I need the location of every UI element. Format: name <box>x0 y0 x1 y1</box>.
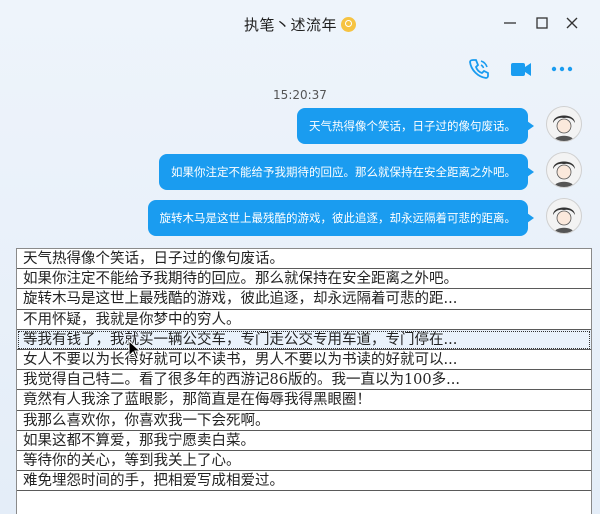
list-item[interactable]: 我觉得自己特二。看了很多年的西游记86版的。我一直以为100多... <box>17 370 591 391</box>
vip-badge-icon <box>341 17 356 32</box>
maximize-icon[interactable] <box>531 12 553 34</box>
chat-bubble[interactable]: 旋转木马是这世上最残酷的游戏，彼此追逐，却永远隔着可悲的距离。 <box>147 200 534 236</box>
avatar-icon <box>553 207 575 233</box>
list-item-selected[interactable]: 等我有钱了，我就买一辆公交车，专门走公交专用车道，专门停在... <box>17 329 591 350</box>
list-item[interactable]: 女人不要以为长得好就可以不读书，男人不要以为书读的好就可以... <box>17 350 591 371</box>
avatar[interactable] <box>546 152 582 188</box>
list-item[interactable]: 如果这都不算爱，那我宁愿卖白菜。 <box>17 431 591 451</box>
list-item[interactable]: 不用怀疑，我就是你梦中的穷人。 <box>17 310 591 330</box>
avatar[interactable] <box>546 106 582 142</box>
list-item[interactable]: 天气热得像个笑话，日子过的像句废话。 <box>17 249 591 270</box>
minimize-icon[interactable] <box>499 12 521 34</box>
close-icon[interactable] <box>561 12 583 34</box>
avatar-icon <box>553 161 575 187</box>
avatar[interactable] <box>546 198 582 234</box>
quick-reply-list[interactable]: 天气热得像个笑话，日子过的像句废话。 如果你注定不能给予我期待的回应。那么就保持… <box>16 248 592 514</box>
video-call-icon[interactable] <box>508 56 534 82</box>
window-title-text: 执笔丶述流年 <box>243 16 337 34</box>
list-item[interactable]: 如果你注定不能给予我期待的回应。那么就保持在安全距离之外吧。 <box>17 269 591 290</box>
title-bar[interactable]: 执笔丶述流年 <box>0 0 600 48</box>
chat-bubble[interactable]: 如果你注定不能给予我期待的回应。那么就保持在安全距离之外吧。 <box>159 154 534 190</box>
more-icon[interactable] <box>549 56 575 82</box>
list-item[interactable]: 等待你的关心，等到我关上了心。 <box>17 451 591 472</box>
avatar-icon <box>553 115 575 141</box>
list-item[interactable]: 我那么喜欢你，你喜欢我一下会死啊。 <box>17 411 591 431</box>
list-item[interactable]: 旋转木马是这世上最残酷的游戏，彼此追逐，却永远隔着可悲的距... <box>17 289 591 310</box>
list-item[interactable]: 竟然有人我涂了蓝眼影，那简直是在侮辱我得黑眼圈！ <box>17 390 591 411</box>
message-timestamp: 15:20:37 <box>273 88 327 102</box>
list-item[interactable]: 难免埋怨时间的手，把相爱写成相爱过。 <box>17 471 591 492</box>
phone-call-icon[interactable] <box>466 56 492 82</box>
chat-bubble[interactable]: 天气热得像个笑话，日子过的像句废话。 <box>297 108 534 144</box>
chat-window: 执笔丶述流年 15:20:37 天气热得像个笑话，日子过的像句废话。 如果你注定… <box>0 0 600 514</box>
